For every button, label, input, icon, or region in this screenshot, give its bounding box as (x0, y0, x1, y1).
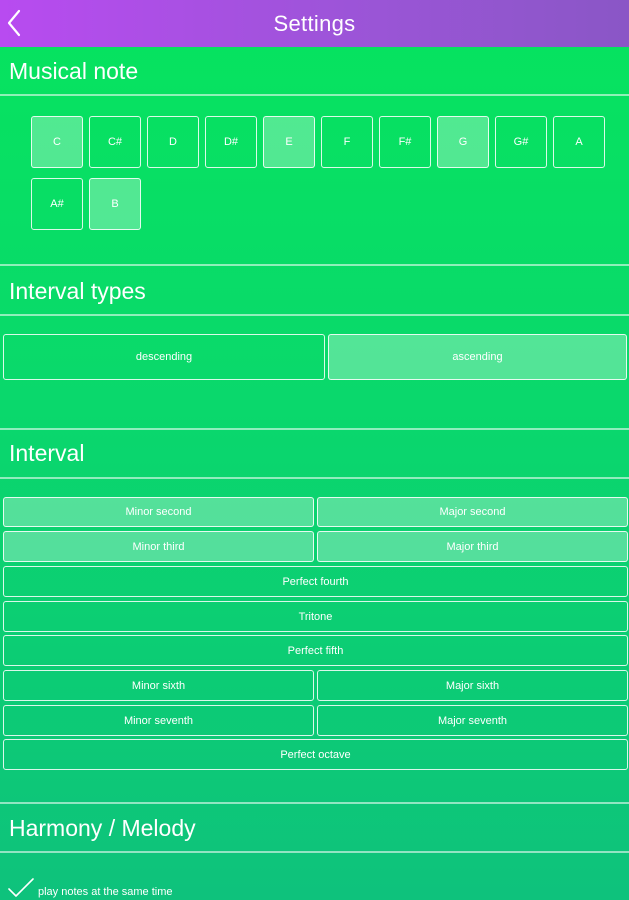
divider (0, 314, 629, 316)
note-key-c[interactable]: C (31, 116, 83, 168)
section-title-musical-note: Musical note (9, 58, 139, 84)
divider (0, 477, 629, 479)
interval-perfect-octave[interactable]: Perfect octave (3, 739, 628, 770)
interval-minor-third[interactable]: Minor third (3, 531, 314, 562)
note-key-a-sharp[interactable]: A# (31, 178, 83, 230)
divider (0, 802, 629, 804)
interval-major-seventh[interactable]: Major seventh (317, 705, 628, 736)
page-title: Settings (273, 11, 356, 36)
divider (0, 428, 629, 430)
harmony-option-label: play notes at the same time (38, 886, 173, 898)
note-key-f[interactable]: F (321, 116, 373, 168)
interval-minor-sixth[interactable]: Minor sixth (3, 670, 314, 701)
interval-major-third[interactable]: Major third (317, 531, 628, 562)
interval-type-ascending[interactable]: ascending (328, 334, 627, 380)
interval-minor-seventh[interactable]: Minor seventh (3, 705, 314, 736)
note-key-f-sharp[interactable]: F# (379, 116, 431, 168)
interval-type-descending[interactable]: descending (3, 334, 325, 380)
note-key-b[interactable]: B (89, 178, 141, 230)
note-key-a[interactable]: A (553, 116, 605, 168)
section-title-harmony-melody: Harmony / Melody (9, 815, 196, 841)
note-key-c-sharp[interactable]: C# (89, 116, 141, 168)
note-key-d-sharp[interactable]: D# (205, 116, 257, 168)
interval-perfect-fourth[interactable]: Perfect fourth (3, 566, 628, 597)
note-key-g[interactable]: G (437, 116, 489, 168)
interval-minor-second[interactable]: Minor second (3, 497, 314, 527)
checkmark-icon (8, 878, 34, 897)
divider (0, 264, 629, 266)
interval-major-second[interactable]: Major second (317, 497, 628, 527)
divider (0, 94, 629, 96)
interval-major-sixth[interactable]: Major sixth (317, 670, 628, 701)
note-key-e[interactable]: E (263, 116, 315, 168)
interval-tritone[interactable]: Tritone (3, 601, 628, 632)
note-key-g-sharp[interactable]: G# (495, 116, 547, 168)
section-title-interval: Interval (9, 440, 85, 466)
divider (0, 851, 629, 853)
interval-perfect-fifth[interactable]: Perfect fifth (3, 635, 628, 666)
navigation-bar: Settings (0, 0, 629, 47)
section-title-interval-types: Interval types (9, 278, 146, 304)
note-key-d[interactable]: D (147, 116, 199, 168)
